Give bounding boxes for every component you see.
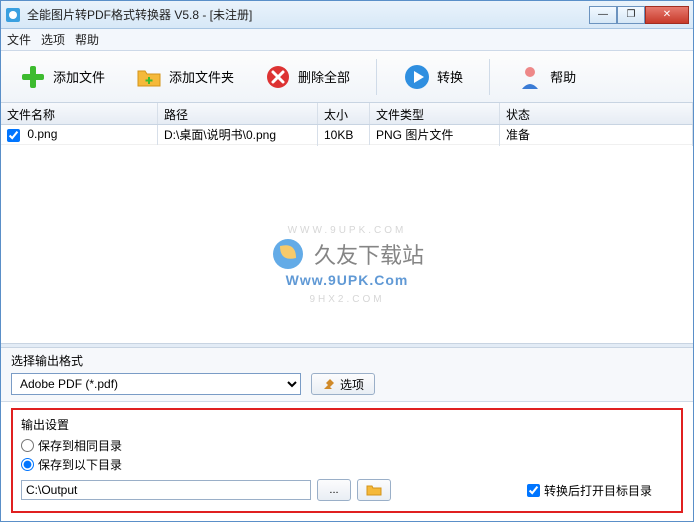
row-name: 0.png [27,127,57,141]
column-size[interactable]: 太小 [318,103,370,124]
file-list-header: 文件名称 路径 太小 文件类型 状态 [1,103,693,125]
row-path: D:\桌面\说明书\0.png [158,125,318,146]
menu-file[interactable]: 文件 [7,31,31,48]
folder-icon [366,483,382,497]
output-path-input[interactable] [21,480,311,500]
menubar: 文件 选项 帮助 [1,29,693,51]
help-person-icon [516,63,544,91]
toolbar-separator-2 [489,59,490,95]
menu-help[interactable]: 帮助 [75,31,99,48]
radio-below-input[interactable] [21,458,34,471]
delete-all-button[interactable]: 删除全部 [256,57,358,97]
open-after-checkbox[interactable] [527,484,540,497]
wrench-icon [322,377,336,391]
output-section: 输出设置 保存到相同目录 保存到以下目录 ... 转换后打开目标目录 [11,408,683,513]
help-button[interactable]: 帮助 [508,57,584,97]
radio-below-label: 保存到以下目录 [38,456,122,473]
add-folder-button[interactable]: 添加文件夹 [127,57,242,97]
browse-button[interactable]: ... [317,479,351,501]
table-row[interactable]: 0.png D:\桌面\说明书\0.png 10KB PNG 图片文件 准备 [1,125,693,145]
watermark-url: Www.9UPK.Com [1,272,693,288]
row-type: PNG 图片文件 [370,125,500,146]
convert-button[interactable]: 转换 [395,57,471,97]
column-path[interactable]: 路径 [158,103,318,124]
radio-same-dir[interactable]: 保存到相同目录 [21,437,673,454]
open-after-checkbox-row[interactable]: 转换后打开目标目录 [527,482,652,499]
column-name[interactable]: 文件名称 [1,103,158,124]
window-controls: — ❐ ✕ [589,6,689,24]
watermark-tiny: WWW.9UPK.COM [1,225,693,236]
format-select[interactable]: Adobe PDF (*.pdf) [11,373,301,395]
app-icon [5,7,21,23]
row-checkbox[interactable] [7,129,20,142]
delete-all-label: 删除全部 [298,67,350,86]
add-file-button[interactable]: 添加文件 [11,57,113,97]
watermark-pinyin: 9HX2.COM [1,294,693,305]
format-section: 选择输出格式 Adobe PDF (*.pdf) 选项 [1,348,693,402]
toolbar-separator [376,59,377,95]
watermark: WWW.9UPK.COM 久友下载站 Www.9UPK.Com 9HX2.COM [1,225,693,305]
titlebar: 全能图片转PDF格式转换器 V5.8 - [未注册] — ❐ ✕ [1,1,693,29]
column-status[interactable]: 状态 [500,103,693,124]
format-label: 选择输出格式 [11,352,683,369]
app-window: 全能图片转PDF格式转换器 V5.8 - [未注册] — ❐ ✕ 文件 选项 帮… [0,0,694,522]
row-size: 10KB [318,125,370,145]
window-title: 全能图片转PDF格式转换器 V5.8 - [未注册] [27,6,589,23]
minimize-button[interactable]: — [589,6,617,24]
output-title: 输出设置 [21,416,673,433]
watermark-site: 久友下载站 [314,238,424,270]
radio-same-input[interactable] [21,439,34,452]
toolbar: 添加文件 添加文件夹 删除全部 转换 帮助 [1,51,693,103]
convert-label: 转换 [437,67,463,86]
plus-icon [19,63,47,91]
open-after-label: 转换后打开目标目录 [544,482,652,499]
format-options-label: 选项 [340,376,364,393]
menu-options[interactable]: 选项 [41,31,65,48]
radio-below-dir[interactable]: 保存到以下目录 [21,456,673,473]
row-status: 准备 [500,125,693,146]
file-list[interactable]: 0.png D:\桌面\说明书\0.png 10KB PNG 图片文件 准备 W… [1,125,693,343]
add-file-label: 添加文件 [53,67,105,86]
watermark-logo-icon [270,236,306,272]
folder-plus-icon [135,63,163,91]
format-options-button[interactable]: 选项 [311,373,375,395]
open-folder-button[interactable] [357,479,391,501]
close-button[interactable]: ✕ [645,6,689,24]
maximize-button[interactable]: ❐ [617,6,645,24]
delete-icon [264,63,292,91]
column-type[interactable]: 文件类型 [370,103,500,124]
radio-same-label: 保存到相同目录 [38,437,122,454]
play-icon [403,63,431,91]
add-folder-label: 添加文件夹 [169,67,234,86]
help-label: 帮助 [550,67,576,86]
